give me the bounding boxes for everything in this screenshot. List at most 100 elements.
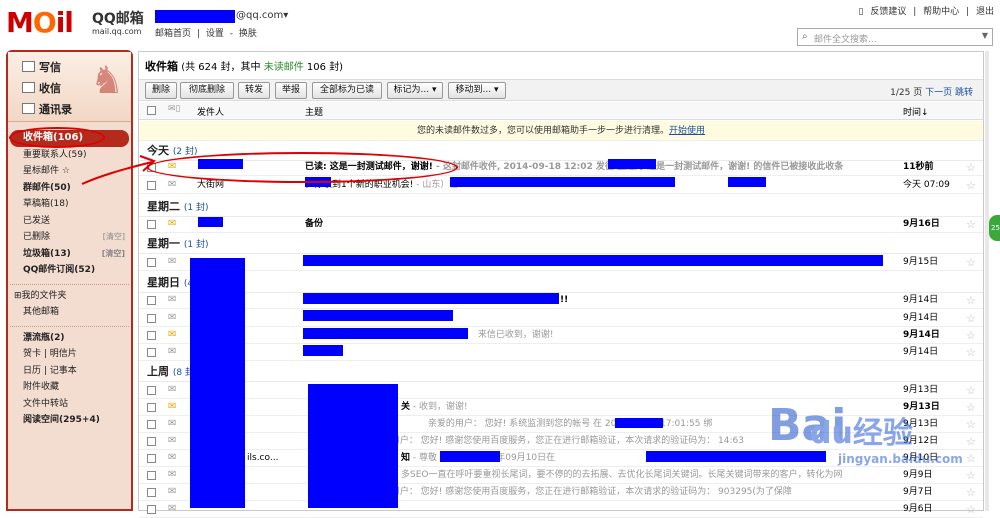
chevron-down-icon[interactable]: ▼	[982, 31, 988, 40]
star-icon[interactable]: ☆	[966, 159, 976, 175]
row-checkbox[interactable]	[147, 331, 156, 340]
unread-count: 106 封)	[306, 62, 344, 73]
star-icon[interactable]: ☆	[966, 310, 976, 326]
row-checkbox[interactable]	[147, 258, 156, 267]
forward-button[interactable]: 转发	[238, 82, 270, 99]
envelope-icon: ✉	[168, 329, 177, 340]
row-checkbox[interactable]	[147, 454, 156, 463]
annotation-arrow-icon	[81, 155, 156, 185]
notice-text: 您的未读邮件数过多，您可以使用邮箱助手一步一步进行清理。	[416, 126, 669, 136]
envelope-icon: ✉	[168, 503, 177, 514]
search-input[interactable]: ⌕ 邮件全文搜索... ▼	[797, 28, 993, 46]
mail-row[interactable]: ✉ 9月13日 ☆	[139, 382, 983, 399]
horse-decoration-icon: ♞	[90, 58, 125, 102]
star-icon[interactable]: ☆	[966, 501, 976, 517]
link-feedback[interactable]: 反馈建议	[870, 7, 906, 17]
envelope-column-icon: ✉▯	[168, 104, 181, 114]
mark-all-read-button[interactable]: 全部标为已读	[312, 82, 382, 99]
jump-link[interactable]: 跳转	[955, 88, 973, 98]
empty-deleted-link[interactable]: [清空]	[103, 229, 125, 246]
watermark-logo-end: du	[810, 416, 853, 451]
folder-other-mailboxes[interactable]: 其他邮箱	[10, 304, 129, 321]
row-checkbox[interactable]	[147, 220, 156, 229]
mail-row[interactable]: ✉ 备份 9月16日 ☆	[139, 216, 983, 233]
folder-reading-space[interactable]: 阅读空间(295+4)	[10, 412, 129, 429]
inbox-icon	[22, 82, 35, 93]
contacts-button[interactable]: 通讯录	[22, 101, 72, 117]
star-icon[interactable]: ☆	[966, 327, 976, 343]
link-settings[interactable]: 设置	[206, 29, 224, 39]
folder-sent[interactable]: 已发送	[10, 213, 129, 230]
row-checkbox[interactable]	[147, 403, 156, 412]
account-domain[interactable]: @qq.com▾	[236, 10, 288, 21]
link-skin[interactable]: 换肤	[239, 29, 257, 39]
star-icon[interactable]: ☆	[966, 382, 976, 398]
redaction-block	[440, 451, 500, 462]
watermark-jingyan: 经验	[852, 416, 913, 451]
folder-file-transfer[interactable]: 文件中转站	[10, 396, 129, 413]
qqmail-logo[interactable]: MOil	[6, 6, 74, 39]
folder-calendar[interactable]: 日历 | 记事本	[10, 363, 129, 380]
receive-button[interactable]: 收信	[22, 80, 61, 96]
redaction-block	[190, 258, 245, 508]
group-monday: 星期一 (1 封)	[139, 234, 983, 254]
group-title: 星期一	[147, 237, 180, 250]
mail-row[interactable]: ✉!! 9月14日 ☆	[139, 292, 983, 309]
folder-my-folders[interactable]: ⊞我的文件夹	[10, 288, 129, 305]
link-logout[interactable]: 退出	[976, 7, 994, 17]
phone-icon[interactable]: ▯	[859, 7, 864, 17]
star-icon[interactable]: ☆	[966, 344, 976, 360]
sender-column-header[interactable]: 发件人	[197, 105, 224, 118]
star-icon[interactable]: ☆	[966, 292, 976, 308]
envelope-icon: ✉	[168, 418, 177, 429]
redaction-block	[615, 418, 663, 428]
mark-as-dropdown[interactable]: 标记为... ▾	[387, 82, 443, 99]
mail-row[interactable]: ✉ 9月6日 ☆	[139, 501, 983, 518]
empty-spam-link[interactable]: [清空]	[102, 246, 125, 263]
compose-button[interactable]: 写信	[22, 59, 61, 75]
folder-attachments[interactable]: 附件收藏	[10, 379, 129, 396]
group-count[interactable]: (1 封)	[184, 203, 209, 213]
folder-cards[interactable]: 贺卡 | 明信片	[10, 346, 129, 363]
row-checkbox[interactable]	[147, 296, 156, 305]
link-mail-home[interactable]: 邮箱首页	[155, 29, 191, 39]
folder-drift-bottle[interactable]: 漂流瓶(2)	[10, 330, 129, 347]
folder-deleted[interactable]: 已删除 [清空]	[10, 229, 129, 246]
move-to-dropdown[interactable]: 移动到... ▾	[448, 82, 506, 99]
row-checkbox[interactable]	[147, 314, 156, 323]
report-button[interactable]: 举报	[275, 82, 307, 99]
time-column-header[interactable]: 时间↓	[903, 105, 929, 118]
next-page-link[interactable]: 下一页	[925, 88, 952, 98]
folder-spam[interactable]: 垃圾箱(13) [清空]	[10, 246, 129, 263]
row-checkbox[interactable]	[147, 437, 156, 446]
delete-button[interactable]: 删除	[145, 82, 177, 99]
group-count[interactable]: (1 封)	[184, 240, 209, 250]
redaction-block	[198, 217, 223, 227]
row-checkbox[interactable]	[147, 488, 156, 497]
permanent-delete-button[interactable]: 彻底删除	[180, 82, 234, 99]
folder-drafts[interactable]: 草稿箱(18)	[10, 196, 129, 213]
mailbox-header: 收件箱 (共 624 封，其中 未读邮件 106 封)	[145, 58, 343, 74]
row-checkbox[interactable]	[147, 471, 156, 480]
start-using-link[interactable]: 开始使用	[669, 126, 705, 136]
search-placeholder: 邮件全文搜索...	[814, 35, 877, 45]
row-checkbox[interactable]	[147, 505, 156, 514]
row-checkbox[interactable]	[147, 386, 156, 395]
row-checkbox[interactable]	[147, 348, 156, 357]
star-icon[interactable]: ☆	[966, 177, 976, 193]
mail-row[interactable]: ✉ 来信已收到，谢谢! 9月14日 ☆	[139, 327, 983, 344]
side-tab[interactable]: 25	[989, 215, 1000, 241]
row-checkbox[interactable]	[147, 420, 156, 429]
link-help[interactable]: 帮助中心	[923, 7, 959, 17]
mail-row[interactable]: ✉ 9月14日 ☆	[139, 344, 983, 361]
select-all-checkbox[interactable]	[147, 106, 156, 115]
star-icon[interactable]: ☆	[966, 254, 976, 270]
divider: |	[913, 7, 917, 17]
contacts-icon	[22, 103, 35, 114]
star-icon[interactable]: ☆	[966, 216, 976, 232]
row-subject: 备份	[305, 216, 895, 232]
mail-row[interactable]: ✉ 9月14日 ☆	[139, 310, 983, 327]
unread-label[interactable]: 未读邮件	[264, 62, 304, 73]
folder-subscriptions[interactable]: QQ邮件订阅(52)	[10, 262, 129, 279]
subject-column-header[interactable]: 主题	[305, 105, 323, 118]
